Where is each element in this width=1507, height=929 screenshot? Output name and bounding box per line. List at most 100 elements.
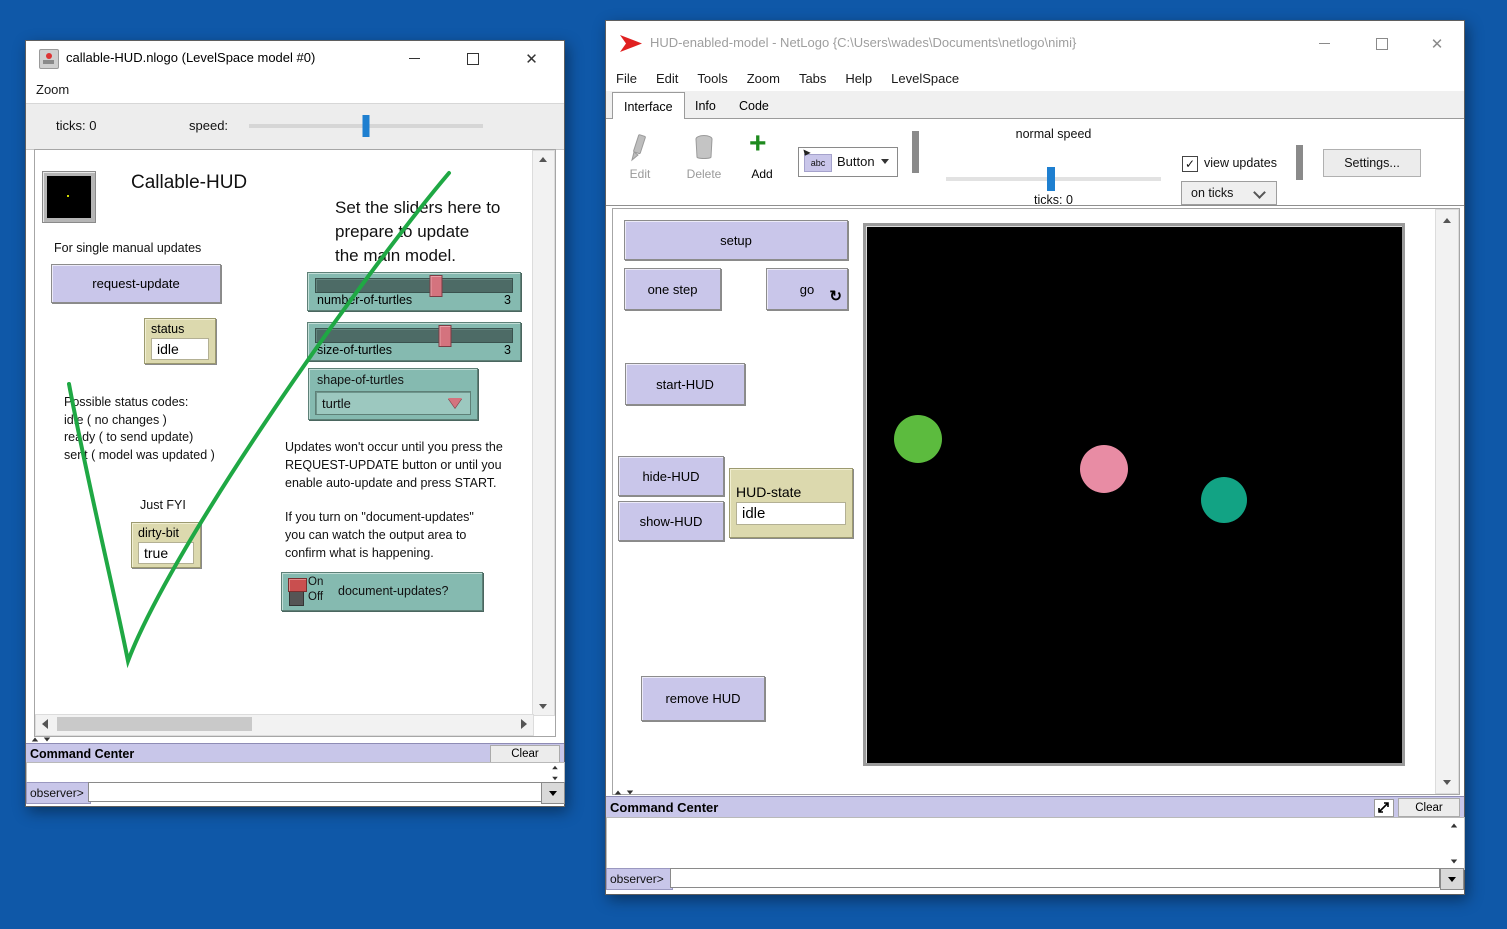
left-observer-prompt: observer> bbox=[26, 782, 91, 804]
left-command-input[interactable] bbox=[88, 782, 542, 802]
speed-slider-track[interactable] bbox=[946, 177, 1161, 181]
start-hud-button[interactable]: start-HUD bbox=[625, 363, 745, 405]
right-menubar: File Edit Tools Zoom Tabs Help LevelSpac… bbox=[606, 66, 1464, 91]
menu-edit[interactable]: Edit bbox=[656, 71, 678, 86]
right-cc-clear-button[interactable]: Clear bbox=[1398, 798, 1460, 817]
left-cc-header: Command Center Clear bbox=[26, 743, 564, 763]
edit-pencil-icon[interactable] bbox=[628, 133, 650, 165]
add-plus-icon[interactable]: + bbox=[749, 127, 767, 161]
left-close-button[interactable]: ✕ bbox=[509, 41, 554, 76]
right-minimize-button[interactable] bbox=[1296, 21, 1352, 66]
left-vscroll-down-icon[interactable] bbox=[539, 704, 547, 709]
hud-state-monitor-label: HUD-state bbox=[736, 484, 846, 500]
left-cc-history-dropdown[interactable] bbox=[541, 782, 565, 804]
menu-zoom[interactable]: Zoom bbox=[36, 82, 69, 97]
left-cc-output[interactable] bbox=[26, 762, 565, 784]
delete-trash-icon[interactable] bbox=[692, 133, 716, 163]
speed-slider-thumb[interactable] bbox=[1047, 167, 1055, 191]
view-updates-label[interactable]: view updates bbox=[1204, 156, 1277, 170]
settings-button[interactable]: Settings... bbox=[1323, 149, 1421, 177]
netlogo-main-window: HUD-enabled-model - NetLogo {C:\Users\wa… bbox=[605, 20, 1465, 895]
left-ticks-counter: ticks: 0 bbox=[56, 118, 96, 133]
toolbar-separator bbox=[912, 131, 919, 173]
hide-hud-button[interactable]: hide-HUD bbox=[618, 456, 724, 496]
left-cc-clear-button[interactable]: Clear bbox=[490, 745, 560, 763]
one-step-button[interactable]: one step bbox=[624, 268, 721, 310]
hud-state-monitor: HUD-state idle bbox=[729, 468, 853, 538]
right-window-title: HUD-enabled-model - NetLogo {C:\Users\wa… bbox=[650, 35, 1076, 50]
left-vscrollbar[interactable] bbox=[532, 150, 555, 716]
forever-icon: ↻ bbox=[829, 287, 842, 305]
right-cc-history-dropdown[interactable] bbox=[1440, 868, 1464, 890]
right-observer-prompt: observer> bbox=[606, 868, 673, 890]
netlogo-app-icon bbox=[39, 49, 59, 69]
tab-info[interactable]: Info bbox=[684, 93, 727, 118]
world-view-canvas[interactable] bbox=[863, 223, 1405, 766]
left-splitter[interactable] bbox=[31, 737, 51, 742]
widget-type-value: Button bbox=[837, 154, 875, 169]
widget-type-arrow-icon bbox=[881, 159, 889, 164]
right-vscroll-up-icon[interactable] bbox=[1443, 218, 1451, 223]
speed-label: normal speed bbox=[946, 127, 1161, 141]
right-cc-title: Command Center bbox=[606, 800, 718, 815]
view-updates-checkbox[interactable]: ✓ bbox=[1182, 156, 1198, 172]
left-hscroll-thumb[interactable] bbox=[57, 717, 252, 731]
left-cc-title: Command Center bbox=[26, 747, 134, 761]
right-splitter[interactable] bbox=[614, 790, 634, 795]
right-cc-scroll-up-icon[interactable] bbox=[1451, 824, 1457, 828]
turtle bbox=[894, 415, 942, 463]
left-cc-scroll-up-icon[interactable] bbox=[552, 766, 558, 770]
left-menubar: Zoom bbox=[26, 76, 564, 104]
toolbar-separator-2 bbox=[1296, 145, 1303, 180]
menu-help[interactable]: Help bbox=[845, 71, 872, 86]
right-cc-output[interactable] bbox=[606, 817, 1465, 870]
left-hscrollbar[interactable] bbox=[35, 714, 534, 736]
left-cc-scroll-down-icon[interactable] bbox=[552, 777, 558, 781]
menu-file[interactable]: File bbox=[616, 71, 637, 86]
right-maximize-button[interactable] bbox=[1354, 21, 1410, 66]
right-model-content: setup one step go ↻ start-HUD hide-HUD s… bbox=[613, 209, 1435, 792]
right-vscrollbar[interactable] bbox=[1435, 209, 1459, 794]
ticks-counter: ticks: 0 bbox=[946, 193, 1161, 207]
widget-type-dropdown[interactable]: abc Button bbox=[798, 147, 898, 177]
turtle bbox=[1201, 477, 1247, 523]
right-close-button[interactable]: ✕ bbox=[1412, 21, 1462, 66]
right-cc-resize-button[interactable] bbox=[1374, 799, 1394, 817]
right-titlebar[interactable]: HUD-enabled-model - NetLogo {C:\Users\wa… bbox=[606, 21, 1464, 66]
left-titlebar[interactable]: callable-HUD.nlogo (LevelSpace model #0)… bbox=[26, 41, 564, 77]
turtle bbox=[1080, 445, 1128, 493]
left-speed-slider-track[interactable] bbox=[249, 124, 483, 128]
edit-button-label[interactable]: Edit bbox=[618, 167, 662, 181]
desktop: callable-HUD.nlogo (LevelSpace model #0)… bbox=[0, 0, 1507, 929]
remove-hud-button[interactable]: remove HUD bbox=[641, 676, 765, 721]
left-hscroll-right-icon[interactable] bbox=[521, 719, 527, 729]
tabbar: Interface Info Code bbox=[606, 91, 1464, 119]
delete-button-label[interactable]: Delete bbox=[678, 167, 730, 181]
right-cc-scroll-down-icon[interactable] bbox=[1451, 860, 1457, 864]
update-mode-dropdown[interactable]: on ticks bbox=[1181, 181, 1277, 205]
go-button-label: go bbox=[800, 282, 814, 297]
left-speed-slider-thumb[interactable] bbox=[363, 115, 370, 137]
go-button[interactable]: go ↻ bbox=[766, 268, 848, 310]
tab-code[interactable]: Code bbox=[728, 93, 780, 118]
show-hud-button[interactable]: show-HUD bbox=[618, 501, 724, 541]
menu-tools[interactable]: Tools bbox=[697, 71, 727, 86]
levelspace-model-window: callable-HUD.nlogo (LevelSpace model #0)… bbox=[25, 40, 565, 807]
right-command-input[interactable] bbox=[670, 868, 1440, 888]
left-maximize-button[interactable] bbox=[450, 41, 495, 76]
setup-button[interactable]: setup bbox=[624, 220, 848, 260]
tab-interface[interactable]: Interface bbox=[612, 92, 685, 120]
interface-toolbar: Edit Delete + Add abc Button normal spee… bbox=[606, 119, 1464, 206]
menu-tabs[interactable]: Tabs bbox=[799, 71, 826, 86]
right-vscroll-down-icon[interactable] bbox=[1443, 780, 1451, 785]
left-model-content: Callable-HUD For single manual updates r… bbox=[35, 150, 532, 714]
left-vscroll-up-icon[interactable] bbox=[539, 157, 547, 162]
menu-levelspace[interactable]: LevelSpace bbox=[891, 71, 959, 86]
left-toolbar: ticks: 0 speed: bbox=[26, 104, 564, 150]
left-hscroll-left-icon[interactable] bbox=[42, 719, 48, 729]
add-button-label[interactable]: Add bbox=[740, 167, 784, 181]
update-mode-chevron-icon bbox=[1253, 186, 1266, 199]
left-minimize-button[interactable] bbox=[392, 41, 437, 76]
right-cc-header: Command Center Clear bbox=[606, 796, 1464, 818]
menu-zoom[interactable]: Zoom bbox=[747, 71, 780, 86]
